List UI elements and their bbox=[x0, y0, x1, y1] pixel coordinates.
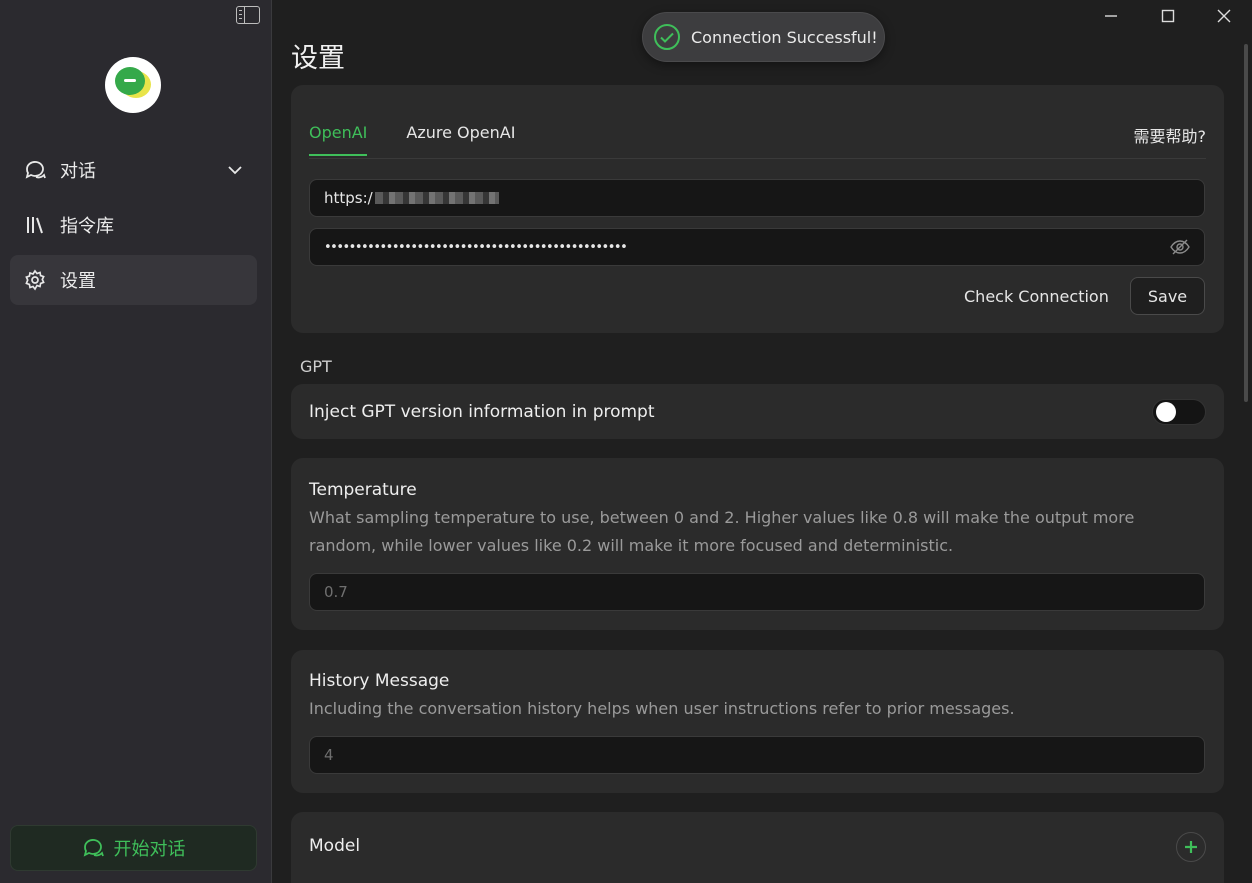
start-chat-button[interactable]: 开始对话 bbox=[10, 825, 257, 871]
sidebar-item-label: 对话 bbox=[60, 161, 96, 182]
maximize-icon[interactable] bbox=[1158, 6, 1178, 26]
history-card: History Message Including the conversati… bbox=[291, 650, 1224, 793]
inject-gpt-toggle[interactable] bbox=[1152, 399, 1206, 425]
sidebar-item-chat[interactable]: 对话 bbox=[10, 145, 257, 195]
check-circle-icon bbox=[653, 23, 681, 51]
temperature-input[interactable]: 0.7 bbox=[309, 573, 1205, 611]
toast-message: Connection Successful! bbox=[691, 27, 878, 47]
temperature-title: Temperature bbox=[309, 480, 417, 500]
tab-azure-openai[interactable]: Azure OpenAI bbox=[406, 123, 515, 156]
close-icon[interactable] bbox=[1214, 6, 1234, 26]
api-url-value: https:/ bbox=[324, 189, 373, 207]
app-window: 对话 指令库 设置 开始对话 设置 Connection Successful!… bbox=[0, 0, 1252, 883]
inject-gpt-card: Inject GPT version information in prompt bbox=[291, 384, 1224, 439]
api-key-value: ••••••••••••••••••••••••••••••••••••••••… bbox=[324, 239, 628, 255]
history-input[interactable]: 4 bbox=[309, 736, 1205, 774]
eye-off-icon[interactable] bbox=[1170, 238, 1190, 256]
history-description: Including the conversation history helps… bbox=[309, 699, 1015, 718]
inject-gpt-label: Inject GPT version information in prompt bbox=[309, 402, 655, 422]
api-url-input[interactable]: https:/ bbox=[309, 179, 1205, 217]
scrollbar[interactable] bbox=[1244, 44, 1248, 402]
toggle-knob bbox=[1156, 402, 1176, 422]
chat-bubble-icon bbox=[82, 837, 104, 859]
api-key-input[interactable]: ••••••••••••••••••••••••••••••••••••••••… bbox=[309, 228, 1205, 266]
temperature-card: Temperature What sampling temperature to… bbox=[291, 458, 1224, 630]
plus-icon bbox=[1184, 840, 1198, 854]
sidebar-item-label: 设置 bbox=[60, 271, 96, 292]
gear-icon bbox=[24, 269, 46, 291]
library-icon bbox=[24, 214, 46, 236]
api-settings-card: OpenAI Azure OpenAI 需要帮助? https:/ ••••••… bbox=[291, 85, 1224, 333]
sidebar-toggle-icon[interactable] bbox=[236, 6, 260, 24]
tabs-divider bbox=[309, 158, 1206, 159]
page-title: 设置 bbox=[291, 43, 345, 74]
provider-tabs: OpenAI Azure OpenAI bbox=[309, 123, 554, 156]
tab-openai[interactable]: OpenAI bbox=[309, 123, 368, 156]
history-title: History Message bbox=[309, 671, 450, 691]
main-content: 设置 Connection Successful! OpenAI Azure O… bbox=[273, 0, 1252, 883]
sidebar-item-label: 指令库 bbox=[60, 216, 114, 237]
sidebar: 对话 指令库 设置 开始对话 bbox=[0, 0, 272, 883]
app-logo bbox=[105, 57, 161, 113]
minimize-icon[interactable] bbox=[1101, 6, 1121, 26]
sidebar-item-library[interactable]: 指令库 bbox=[10, 200, 257, 250]
help-link[interactable]: 需要帮助? bbox=[1134, 123, 1207, 147]
model-card: Model bbox=[291, 812, 1224, 883]
sidebar-item-settings[interactable]: 设置 bbox=[10, 255, 257, 305]
add-model-button[interactable] bbox=[1176, 832, 1206, 862]
temperature-description: What sampling temperature to use, betwee… bbox=[309, 508, 1135, 555]
gpt-section-label: GPT bbox=[300, 357, 332, 376]
redacted-url bbox=[374, 192, 499, 204]
toast-notification: Connection Successful! bbox=[642, 12, 885, 62]
chevron-down-icon[interactable] bbox=[227, 162, 243, 183]
model-title: Model bbox=[309, 836, 361, 856]
check-connection-button[interactable]: Check Connection bbox=[964, 287, 1109, 306]
chat-bubble-icon bbox=[24, 159, 46, 181]
save-button[interactable]: Save bbox=[1130, 277, 1205, 315]
start-chat-label: 开始对话 bbox=[113, 839, 186, 860]
